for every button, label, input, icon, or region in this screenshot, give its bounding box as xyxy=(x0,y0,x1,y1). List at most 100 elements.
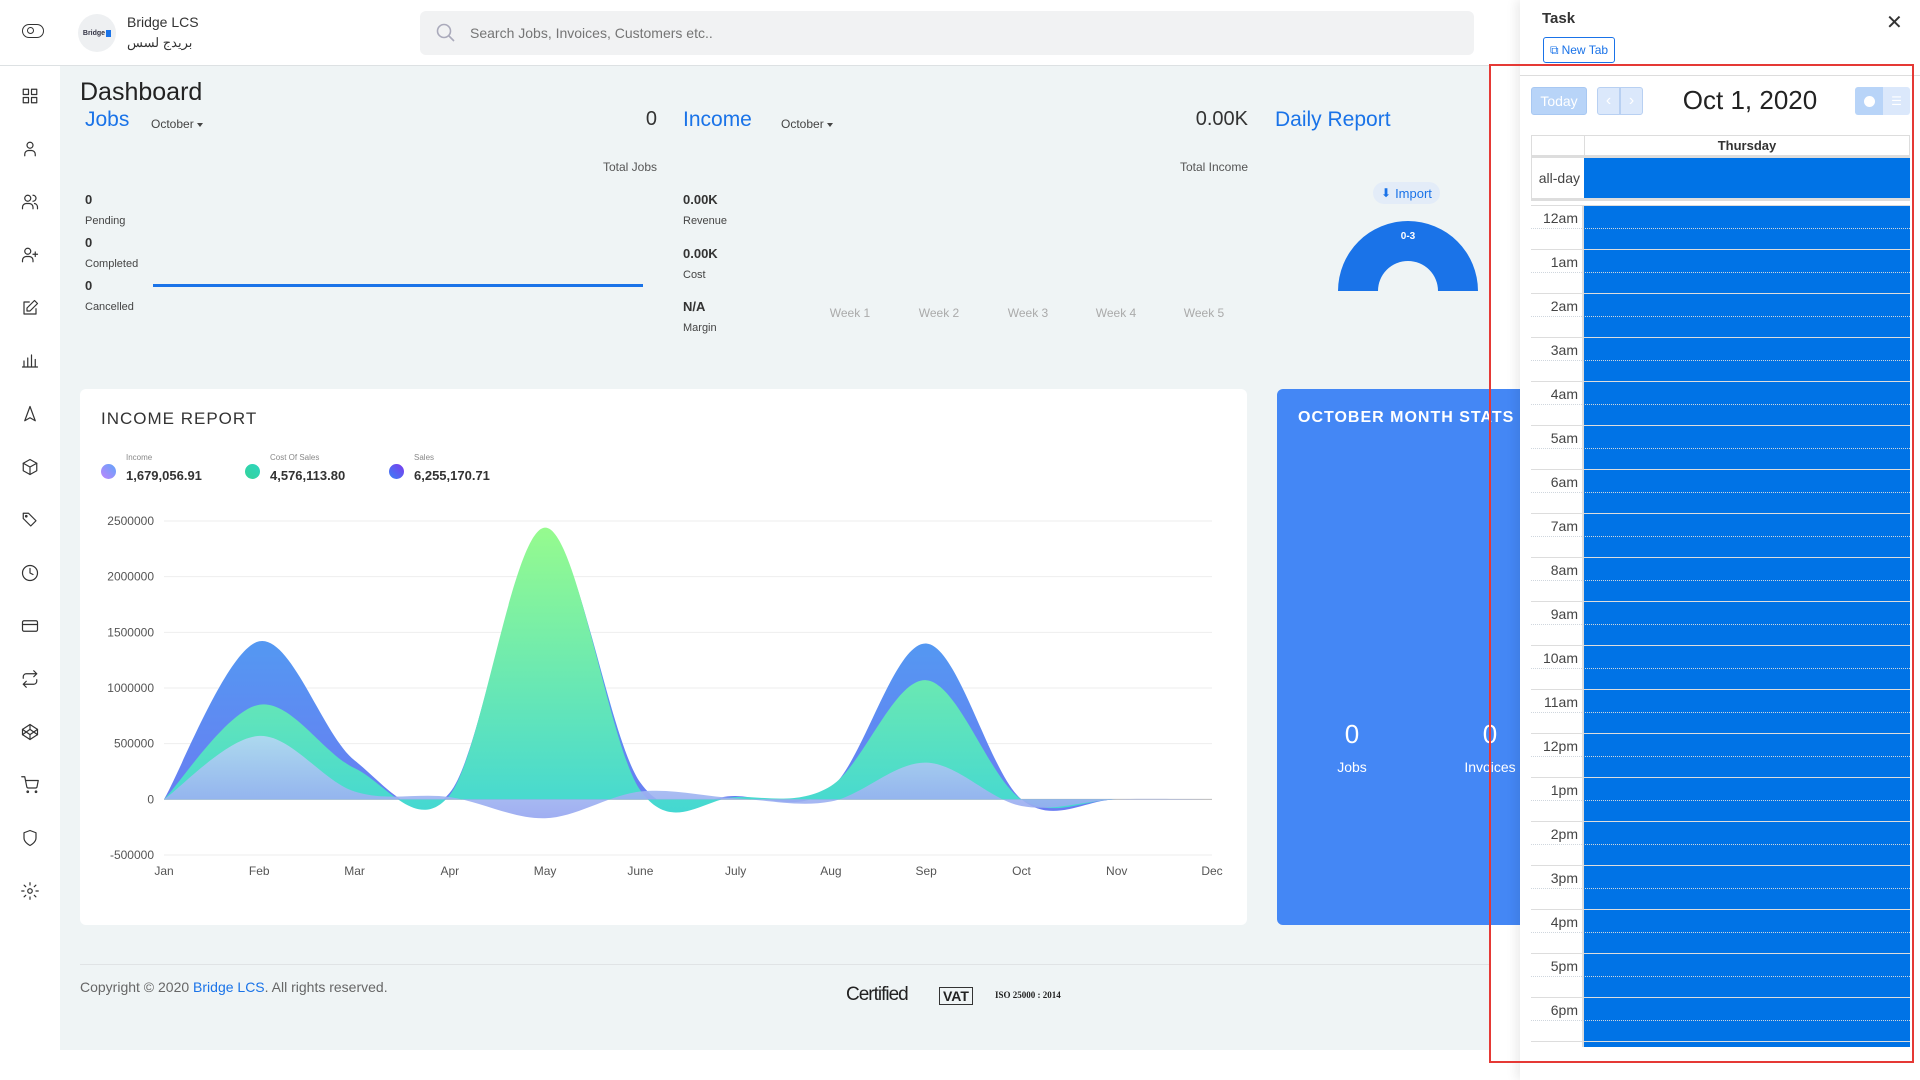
bar-chart-icon xyxy=(21,354,39,368)
sidebar-item-user[interactable] xyxy=(17,136,43,162)
prev-button[interactable]: ‹ xyxy=(1597,87,1620,115)
x-tick-label: Feb xyxy=(249,864,270,878)
company-name-arabic: بريدج لسس xyxy=(127,35,193,50)
jobs-pending-value: 0 xyxy=(85,192,93,207)
area-series-cost-of-sales xyxy=(164,527,1212,813)
jobs-total: 0 xyxy=(645,108,657,130)
income-total-label: Total Income xyxy=(1179,160,1248,174)
company-link[interactable]: Bridge LCS xyxy=(193,979,265,995)
sidebar-item-user-plus[interactable] xyxy=(17,242,43,268)
week-label: Week 5 xyxy=(1183,306,1225,320)
half-hour-line xyxy=(1531,932,1910,933)
sidebar-item-repeat[interactable] xyxy=(17,666,43,692)
half-hour-line xyxy=(1531,1020,1910,1021)
hour-row[interactable]: 9am xyxy=(1531,601,1910,646)
hour-row[interactable]: 12am xyxy=(1531,205,1910,250)
week-label: Week 1 xyxy=(829,306,871,320)
sidebar-item-bar-chart[interactable] xyxy=(17,348,43,374)
cart-icon xyxy=(21,776,39,794)
sidebar-item-users[interactable] xyxy=(17,189,43,215)
x-tick-label: Oct xyxy=(1012,864,1031,878)
list-icon: ☰ xyxy=(1891,94,1902,108)
hour-row[interactable]: 1pm xyxy=(1531,777,1910,822)
income-month-dropdown[interactable]: October xyxy=(781,117,833,131)
sidebar-item-settings[interactable] xyxy=(17,878,43,904)
hour-event-slot[interactable] xyxy=(1583,1042,1910,1047)
all-day-event[interactable] xyxy=(1584,158,1910,198)
hour-row[interactable]: 2am xyxy=(1531,293,1910,338)
search-input[interactable] xyxy=(470,11,1450,55)
y-tick-label: 1000000 xyxy=(107,681,154,695)
search-bar[interactable] xyxy=(420,11,1474,55)
day-header: Thursday xyxy=(1584,136,1909,156)
calendar-header-row: Thursday xyxy=(1531,135,1910,158)
month-invoices-value: 0 xyxy=(1482,719,1498,749)
month-jobs-value: 0 xyxy=(1344,719,1360,749)
sidebar xyxy=(0,66,60,1080)
hour-row[interactable]: 1am xyxy=(1531,249,1910,294)
hour-row[interactable]: 8am xyxy=(1531,557,1910,602)
new-tab-button[interactable]: ⧉ New Tab xyxy=(1543,37,1616,63)
daily-report-title: Daily Report xyxy=(1275,108,1391,131)
income-report-card: INCOME REPORT Income 1,679,056.91 Cost Of … xyxy=(80,389,1247,925)
sidebar-item-credit-card[interactable] xyxy=(17,613,43,639)
half-hour-line xyxy=(1531,404,1910,405)
hour-row[interactable]: 7am xyxy=(1531,513,1910,558)
today-button[interactable]: Today xyxy=(1531,87,1587,115)
time-grid[interactable]: 12am 1am 2am 3am 4am 5am 6am 7am 8am 9am 10am 11am 1… xyxy=(1520,205,1920,1047)
day-view-button[interactable] xyxy=(1855,87,1883,115)
cost-label: Cost xyxy=(683,269,706,281)
sidebar-toggle-icon[interactable] xyxy=(22,24,44,38)
hour-row[interactable]: 5am xyxy=(1531,425,1910,470)
half-hour-line xyxy=(1531,712,1910,713)
hour-row[interactable]: 6am xyxy=(1531,469,1910,514)
sidebar-item-dashboard-grid[interactable] xyxy=(17,83,43,109)
list-view-button[interactable]: ☰ xyxy=(1883,87,1910,115)
sidebar-item-clock[interactable] xyxy=(17,560,43,586)
hour-row[interactable]: 6pm xyxy=(1531,997,1910,1042)
sidebar-item-package[interactable] xyxy=(17,454,43,480)
half-hour-line xyxy=(1531,800,1910,801)
hour-row[interactable]: 11am xyxy=(1531,689,1910,734)
import-button[interactable]: ⬇ Import xyxy=(1373,182,1440,204)
x-tick-label: Jan xyxy=(154,864,173,878)
week-label: Week 2 xyxy=(918,306,960,320)
half-hour-line xyxy=(1531,228,1910,229)
panel-divider xyxy=(1520,75,1920,76)
hour-row[interactable]: 3am xyxy=(1531,337,1910,382)
hour-row[interactable]: 5pm xyxy=(1531,953,1910,998)
hour-row[interactable]: 3pm xyxy=(1531,865,1910,910)
sidebar-item-navigation[interactable] xyxy=(17,401,43,427)
close-icon[interactable]: ✕ xyxy=(1886,10,1903,35)
half-hour-line xyxy=(1531,360,1910,361)
half-hour-line xyxy=(1531,492,1910,493)
y-tick-label: -500000 xyxy=(110,848,154,862)
y-tick-label: 500000 xyxy=(114,737,154,751)
margin-label: Margin xyxy=(683,322,717,334)
revenue-label: Revenue xyxy=(683,215,728,227)
hour-row[interactable]: 4am xyxy=(1531,381,1910,426)
sidebar-item-edit[interactable] xyxy=(17,295,43,321)
jobs-month-dropdown[interactable]: October xyxy=(151,117,203,131)
certified-badge: Certified xyxy=(846,984,909,1005)
hour-row[interactable]: 7pm xyxy=(1531,1041,1910,1047)
company-logo[interactable]: Bridge xyxy=(78,14,116,52)
sidebar-item-shield[interactable] xyxy=(17,825,43,851)
x-tick-label: Apr xyxy=(440,864,459,878)
hour-row[interactable]: 10am xyxy=(1531,645,1910,690)
settings-icon xyxy=(21,882,39,900)
next-button[interactable]: › xyxy=(1620,87,1643,115)
cost-value: 0.00K xyxy=(683,246,718,261)
hour-row[interactable]: 4pm xyxy=(1531,909,1910,954)
company-name: Bridge LCS xyxy=(127,14,199,30)
sidebar-item-tag[interactable] xyxy=(17,507,43,533)
half-hour-line xyxy=(1531,668,1910,669)
hour-label: 7pm xyxy=(1531,1042,1583,1047)
month-stats-title: OCTOBER MONTH STATS xyxy=(1298,409,1515,426)
hour-row[interactable]: 2pm xyxy=(1531,821,1910,866)
calendar-date-title: Oct 1, 2020 xyxy=(1682,85,1818,115)
hour-row[interactable]: 12pm xyxy=(1531,733,1910,778)
sidebar-item-cart[interactable] xyxy=(17,772,43,798)
sidebar-item-codepen[interactable] xyxy=(17,719,43,745)
x-tick-label: May xyxy=(534,864,557,878)
